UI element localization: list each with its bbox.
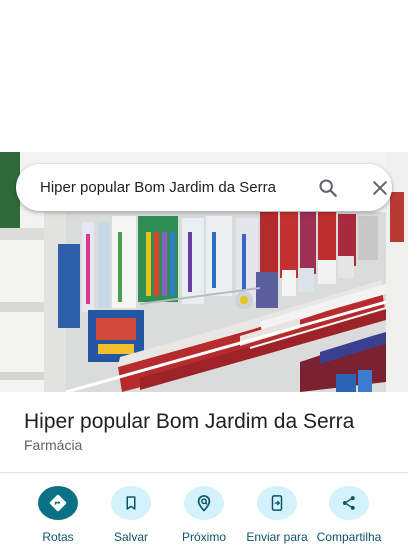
search-input[interactable]: Hiper popular Bom Jardim da Serra bbox=[40, 164, 276, 211]
nearby-button[interactable]: Próximo bbox=[167, 486, 241, 544]
bookmark-icon bbox=[111, 486, 151, 520]
directions-icon bbox=[38, 486, 78, 520]
save-label: Salvar bbox=[113, 530, 148, 544]
send-to-phone-icon bbox=[257, 486, 297, 520]
nearby-icon bbox=[184, 486, 224, 520]
save-button[interactable]: Salvar bbox=[94, 486, 168, 544]
divider bbox=[0, 472, 408, 473]
share-label: Compartilha bbox=[316, 530, 382, 544]
place-category[interactable]: Farmácia bbox=[24, 437, 82, 453]
directions-label: Rotas bbox=[42, 530, 74, 544]
send-to-phone-label: Enviar para bbox=[246, 530, 308, 544]
map-place-screen: Hiper popular Bom Jardim da Serra Hiper … bbox=[0, 0, 408, 544]
share-icon bbox=[329, 486, 369, 520]
directions-button[interactable]: Rotas bbox=[21, 486, 95, 544]
nearby-label: Próximo bbox=[181, 530, 226, 544]
close-icon[interactable] bbox=[368, 176, 392, 200]
search-icon[interactable] bbox=[316, 176, 340, 200]
send-to-phone-button[interactable]: Enviar para bbox=[240, 486, 314, 544]
share-button[interactable]: Compartilha bbox=[312, 486, 386, 544]
search-bar[interactable]: Hiper popular Bom Jardim da Serra bbox=[16, 164, 392, 211]
place-title: Hiper popular Bom Jardim da Serra bbox=[24, 410, 355, 433]
